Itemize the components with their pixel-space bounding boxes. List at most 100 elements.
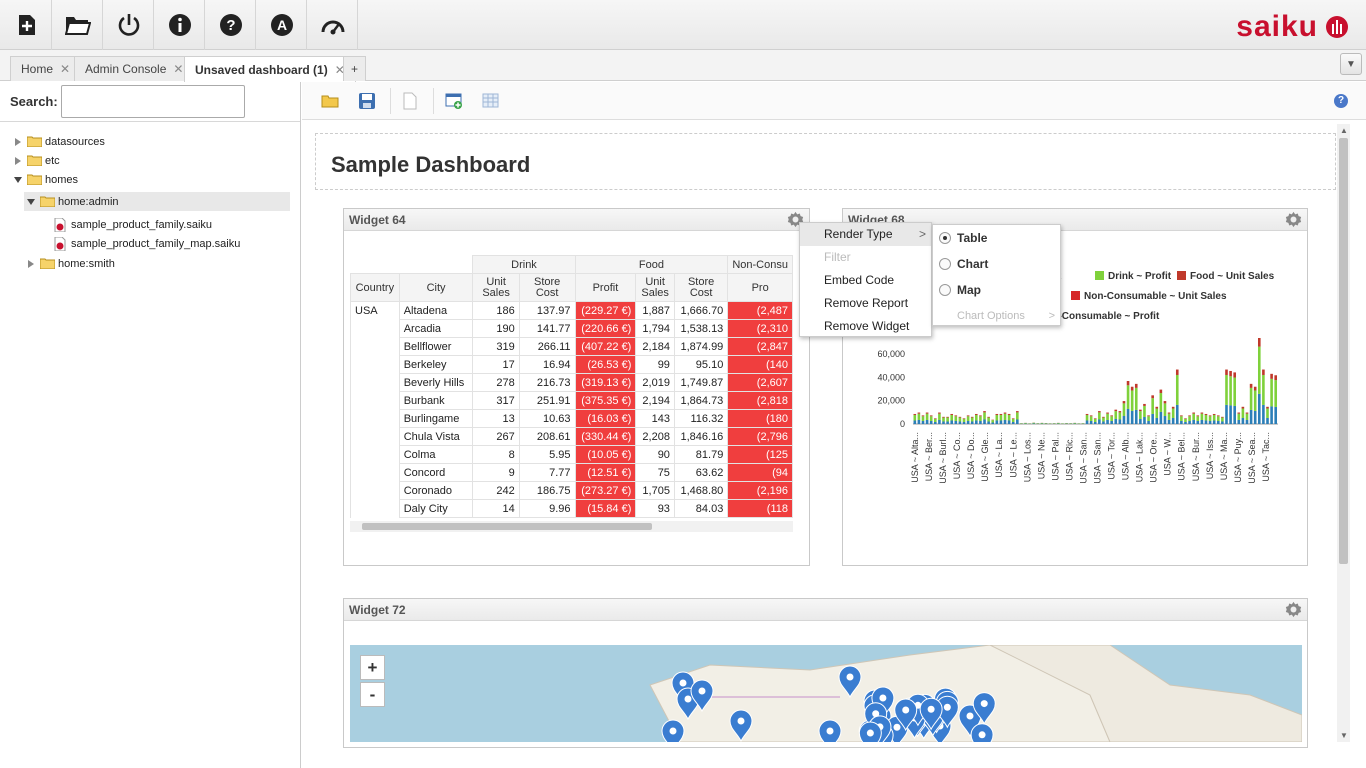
city-cell[interactable]: Arcadia [398, 319, 474, 338]
scroll-up-icon[interactable]: ▲ [1340, 126, 1348, 135]
value-cell[interactable]: 1,666.70 [673, 301, 729, 320]
menu-item-remove-widget[interactable]: Remove Widget [800, 315, 931, 338]
value-cell[interactable]: 14 [472, 499, 520, 518]
country-cell[interactable] [350, 409, 400, 428]
tree-item-home-admin[interactable]: home:admin [27, 192, 119, 211]
gear-icon[interactable] [1285, 211, 1302, 228]
value-cell[interactable]: 137.97 [518, 301, 576, 320]
value-cell[interactable]: 93 [635, 499, 675, 518]
value-cell[interactable]: 267 [472, 427, 520, 446]
radio-button[interactable] [939, 258, 951, 270]
value-cell[interactable]: (10.05 €) [574, 445, 637, 464]
city-cell[interactable]: Coronado [398, 481, 474, 500]
menu-item-remove-report[interactable]: Remove Report [800, 292, 931, 315]
close-icon[interactable]: ✕ [173, 62, 183, 76]
value-cell[interactable]: (118 [727, 499, 793, 518]
radio-button[interactable] [939, 232, 951, 244]
dashboard-icon[interactable] [308, 0, 358, 50]
value-cell[interactable]: 186.75 [518, 481, 576, 500]
value-cell[interactable]: 99 [635, 355, 675, 374]
tree-item-home-smith[interactable]: home:smith [27, 254, 115, 273]
value-cell[interactable]: 2,019 [635, 373, 675, 392]
tree-item-etc[interactable]: etc [14, 151, 60, 170]
city-cell[interactable]: Daly City [398, 499, 474, 518]
value-cell[interactable]: (16.03 €) [574, 409, 637, 428]
close-icon[interactable]: ✕ [60, 62, 70, 76]
value-cell[interactable]: (319.13 €) [574, 373, 637, 392]
collapse-icon[interactable] [14, 176, 22, 184]
value-cell[interactable]: 2,194 [635, 391, 675, 410]
open-folder-icon[interactable] [321, 92, 339, 110]
city-cell[interactable]: Chula Vista [398, 427, 474, 446]
admin-icon[interactable]: A [257, 0, 307, 50]
value-cell[interactable]: (2,796 [727, 427, 793, 446]
map-marker-icon[interactable] [661, 719, 685, 742]
logout-icon[interactable] [104, 0, 154, 50]
value-cell[interactable]: 266.11 [518, 337, 576, 356]
value-cell[interactable]: (330.44 €) [574, 427, 637, 446]
value-cell[interactable]: (2,310 [727, 319, 793, 338]
value-cell[interactable]: 63.62 [673, 463, 729, 482]
render-option-map[interactable]: Map [933, 277, 1060, 303]
value-cell[interactable]: 2,184 [635, 337, 675, 356]
value-cell[interactable]: (229.27 €) [574, 301, 637, 320]
open-icon[interactable] [53, 0, 103, 50]
tree-item-homes[interactable]: homes [14, 170, 78, 189]
map-marker-icon[interactable] [858, 721, 882, 742]
value-cell[interactable]: (15.84 €) [574, 499, 637, 518]
search-input[interactable] [61, 85, 245, 118]
radio-button[interactable] [939, 284, 951, 296]
map-view[interactable]: + - [350, 645, 1302, 742]
value-cell[interactable]: (2,847 [727, 337, 793, 356]
country-cell[interactable] [350, 427, 400, 446]
city-cell[interactable]: Bellflower [398, 337, 474, 356]
zoom-out-button[interactable]: - [360, 682, 385, 707]
collapse-icon[interactable] [27, 198, 35, 206]
horizontal-scrollbar[interactable] [350, 521, 793, 532]
value-cell[interactable]: (94 [727, 463, 793, 482]
value-cell[interactable]: (375.35 €) [574, 391, 637, 410]
value-cell[interactable]: 1,794 [635, 319, 675, 338]
info-icon[interactable] [155, 0, 205, 50]
help-circle-icon[interactable]: ? [206, 0, 256, 50]
country-cell[interactable] [350, 373, 400, 392]
value-cell[interactable]: 95.10 [673, 355, 729, 374]
value-cell[interactable]: (26.53 €) [574, 355, 637, 374]
value-cell[interactable]: (220.66 €) [574, 319, 637, 338]
value-cell[interactable]: 1,749.87 [673, 373, 729, 392]
value-cell[interactable]: 81.79 [673, 445, 729, 464]
value-cell[interactable]: 251.91 [518, 391, 576, 410]
scrollbar-thumb[interactable] [362, 523, 652, 530]
country-cell[interactable] [350, 355, 400, 374]
country-cell[interactable] [350, 445, 400, 464]
render-option-chart[interactable]: Chart [933, 251, 1060, 277]
new-page-icon[interactable] [401, 92, 419, 110]
tab-home[interactable]: Home ✕ [10, 56, 82, 81]
value-cell[interactable]: 143 [635, 409, 675, 428]
expand-icon[interactable] [27, 259, 35, 268]
tab-unsaved-dashboard[interactable]: Unsaved dashboard (1) ✕ [184, 56, 356, 82]
menu-item-render-type[interactable]: Render Type > [800, 223, 931, 246]
value-cell[interactable]: 5.95 [518, 445, 576, 464]
value-cell[interactable]: 190 [472, 319, 520, 338]
country-cell[interactable]: USA [350, 301, 400, 320]
help-icon[interactable]: ? [1334, 94, 1348, 108]
add-widget-icon[interactable] [445, 92, 463, 110]
value-cell[interactable]: 1,538.13 [673, 319, 729, 338]
value-cell[interactable]: 17 [472, 355, 520, 374]
value-cell[interactable]: 2,208 [635, 427, 675, 446]
tab-dropdown-button[interactable]: ▼ [1340, 53, 1362, 75]
value-cell[interactable]: (125 [727, 445, 793, 464]
city-cell[interactable]: Beverly Hills [398, 373, 474, 392]
value-cell[interactable]: 13 [472, 409, 520, 428]
tree-item-file[interactable]: sample_product_family_map.saiku [54, 234, 240, 253]
value-cell[interactable]: (407.22 €) [574, 337, 637, 356]
scroll-down-icon[interactable]: ▼ [1340, 731, 1348, 740]
value-cell[interactable]: 216.73 [518, 373, 576, 392]
value-cell[interactable]: 208.61 [518, 427, 576, 446]
country-cell[interactable] [350, 319, 400, 338]
new-icon[interactable] [2, 0, 52, 50]
city-cell[interactable]: Burbank [398, 391, 474, 410]
value-cell[interactable]: 319 [472, 337, 520, 356]
render-option-table[interactable]: Table [933, 225, 1060, 251]
